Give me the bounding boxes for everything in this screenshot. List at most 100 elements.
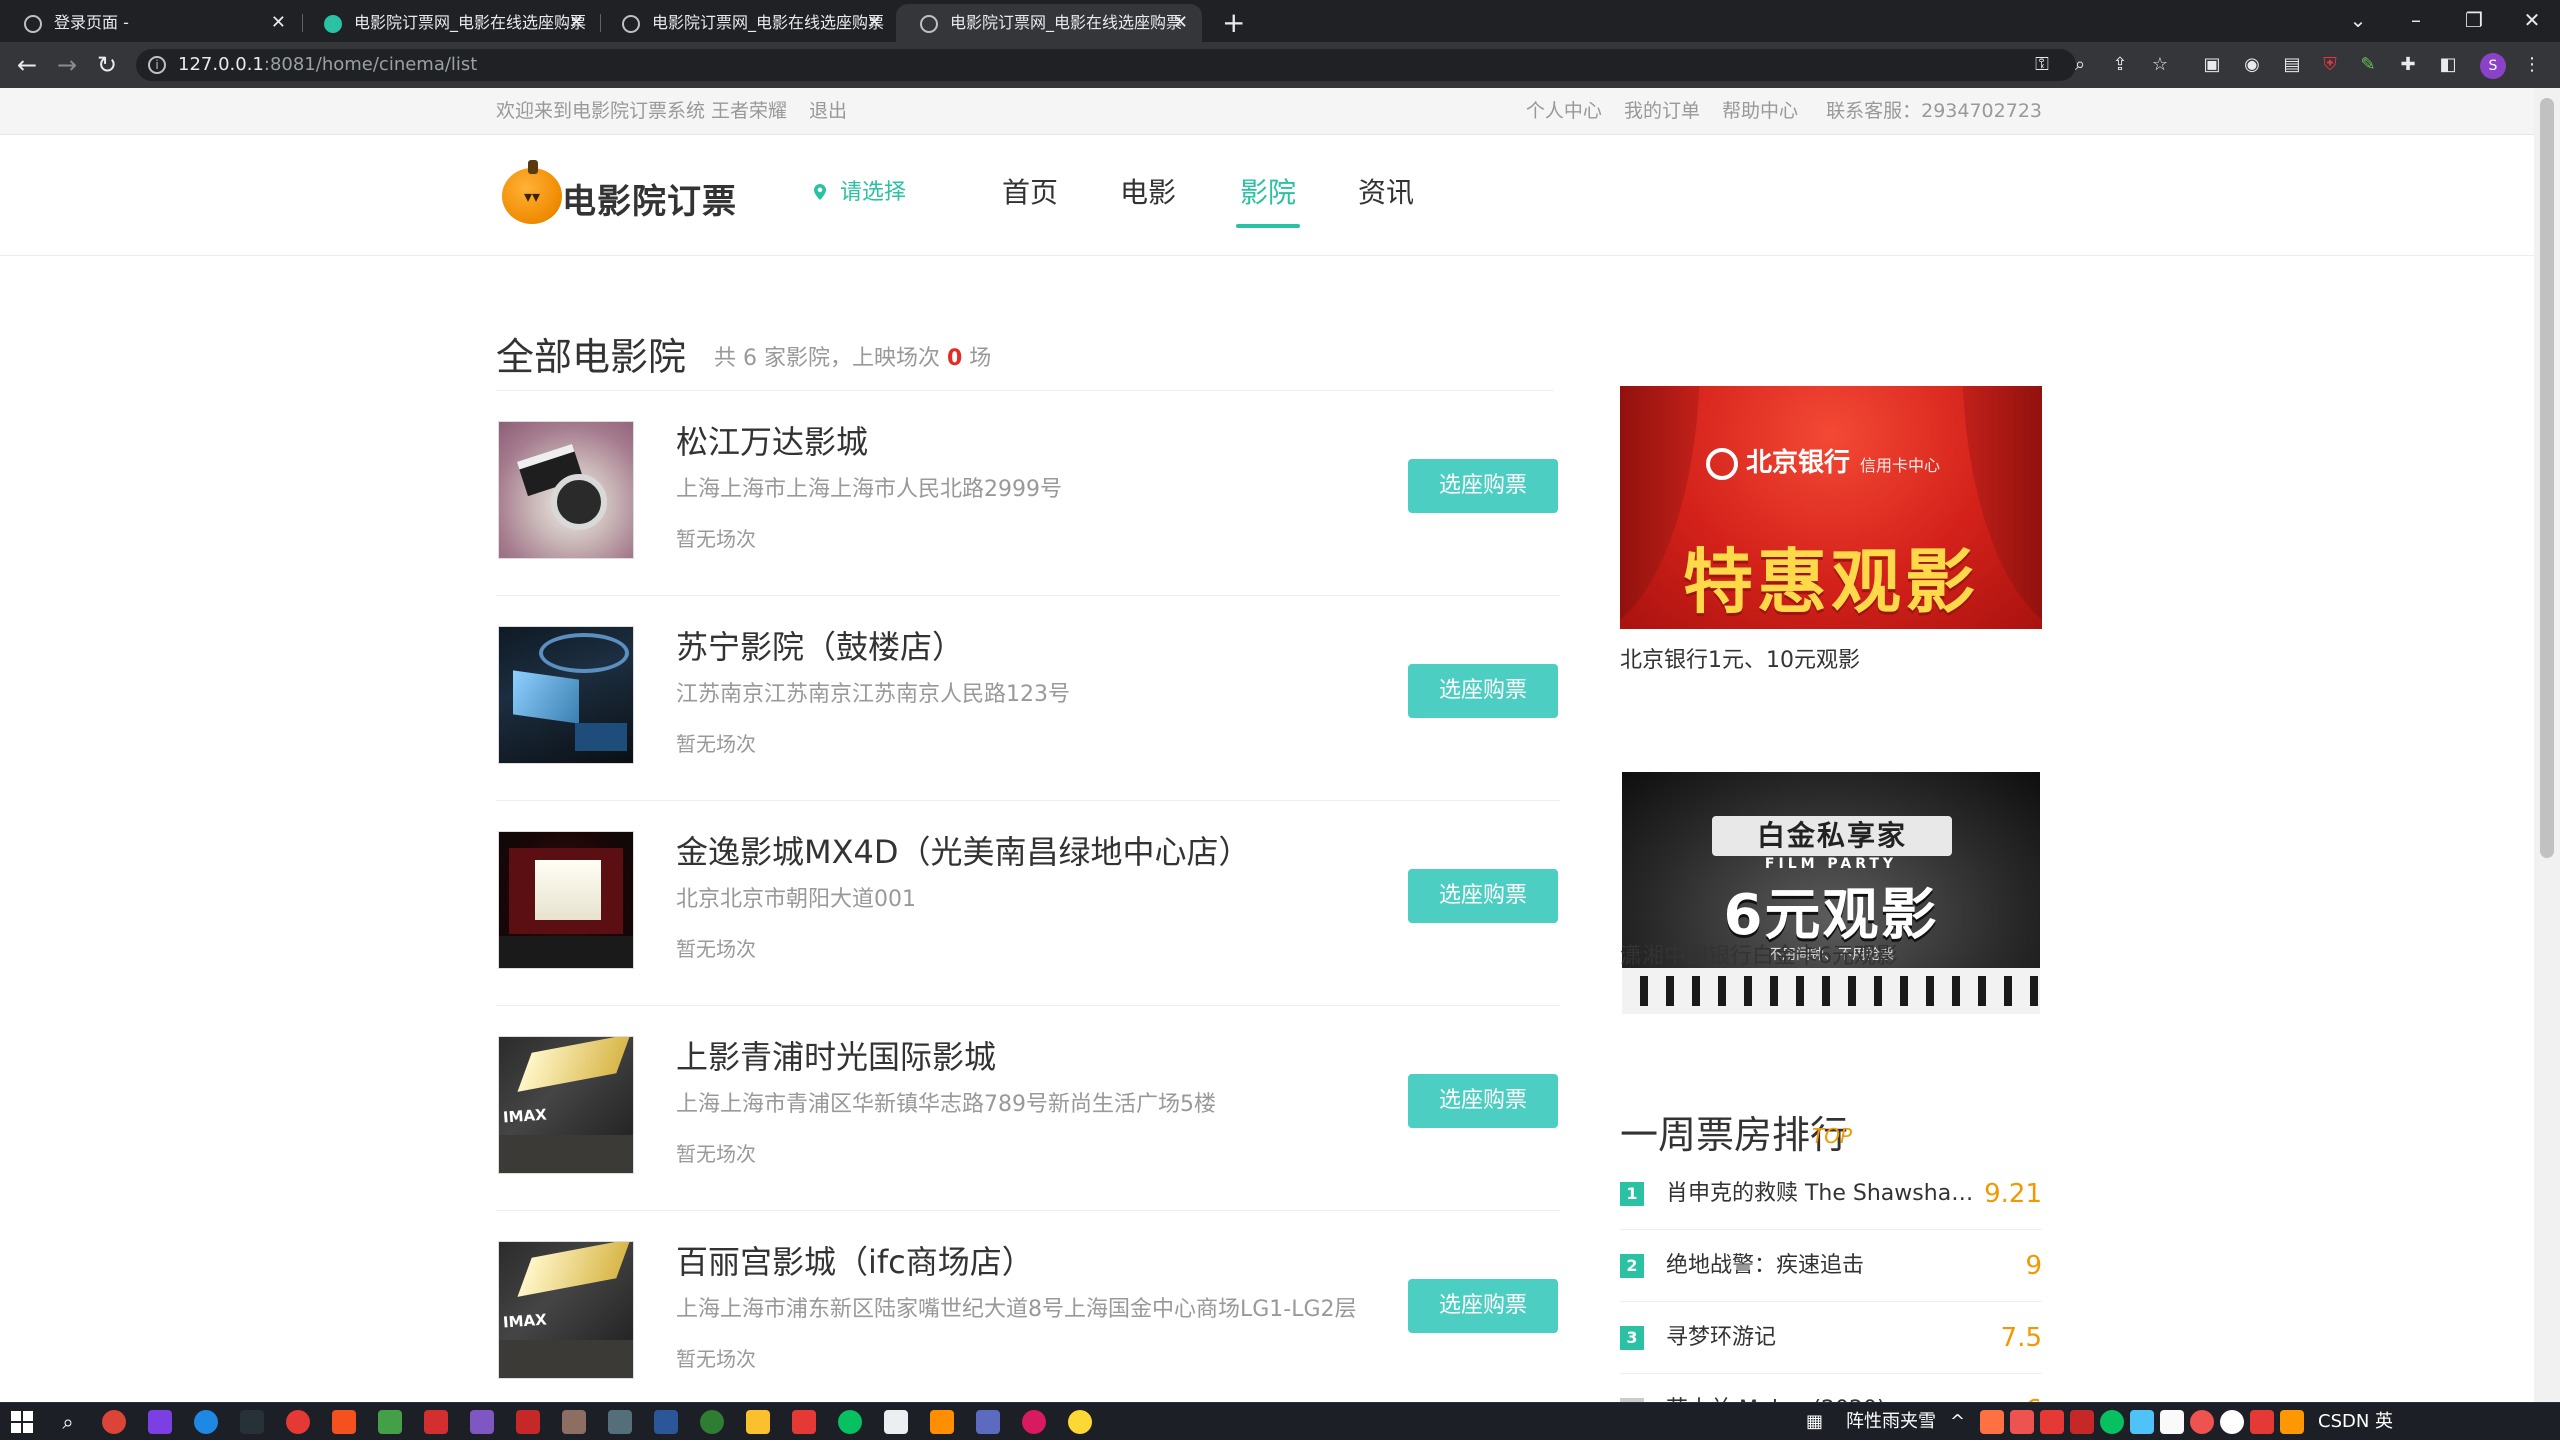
select-seat-button[interactable]: 选座购票 xyxy=(1408,459,1558,513)
cinema-thumbnail[interactable] xyxy=(498,626,634,764)
cinema-thumbnail[interactable]: IMAX xyxy=(498,1241,634,1379)
tray-app-icon[interactable] xyxy=(2190,1410,2214,1434)
promo-caption[interactable]: 潇湘中国银行白金卡6元观影 xyxy=(1620,938,1898,970)
app-icon[interactable] xyxy=(700,1410,724,1434)
cinema-thumbnail[interactable] xyxy=(498,421,634,559)
chevron-up-icon[interactable]: ^ xyxy=(1950,1403,1965,1441)
more-menu-icon[interactable]: ⋮ xyxy=(2520,53,2544,77)
select-seat-button[interactable]: 选座购票 xyxy=(1408,1279,1558,1333)
app-icon[interactable] xyxy=(470,1410,494,1434)
app-icon[interactable] xyxy=(286,1410,310,1434)
select-seat-button[interactable]: 选座购票 xyxy=(1408,869,1558,923)
promo-banner-beijing-bank[interactable]: 北京银行 信用卡中心 特惠观影 xyxy=(1620,386,2042,629)
tray-wechat-icon[interactable] xyxy=(2100,1410,2124,1434)
rank-movie-title[interactable]: 寻梦环游记 xyxy=(1666,1302,1976,1374)
browser-tab-cinema-3-active[interactable]: 电影院订票网_电影在线选座购票 ✕ xyxy=(896,4,1202,42)
extension-camera-icon[interactable]: ◉ xyxy=(2240,53,2264,77)
minimize-button[interactable]: – xyxy=(2396,0,2436,42)
app-icon[interactable] xyxy=(792,1410,816,1434)
new-tab-button[interactable]: + xyxy=(1222,4,1245,42)
rank-movie-title[interactable]: 肖申克的救赎 The Shawshank Redemption xyxy=(1666,1158,1976,1230)
tray-mic-icon[interactable] xyxy=(2220,1410,2244,1434)
cinema-name[interactable]: 松江万达影城 xyxy=(676,417,868,463)
app-icon[interactable] xyxy=(1022,1410,1046,1434)
cinema-thumbnail[interactable]: IMAX xyxy=(498,1036,634,1174)
app-icon[interactable] xyxy=(424,1410,448,1434)
share-icon[interactable]: ⇪ xyxy=(2108,53,2132,77)
reload-button[interactable]: ↻ xyxy=(90,42,124,88)
tray-app-icon[interactable] xyxy=(2040,1410,2064,1434)
app-icon[interactable] xyxy=(194,1410,218,1434)
url-text[interactable]: 127.0.0.1:8081/home/cinema/list xyxy=(178,49,477,81)
back-button[interactable]: ← xyxy=(10,42,44,88)
windows-start-icon[interactable] xyxy=(10,1410,34,1434)
app-icon[interactable] xyxy=(930,1410,954,1434)
ranking-row[interactable]: 4 花木兰 Mulan (2020) 6 xyxy=(1620,1374,2042,1402)
tab-search-icon[interactable]: ⌄ xyxy=(2338,0,2378,42)
site-info-icon[interactable]: i xyxy=(148,56,166,74)
link-personal-center[interactable]: 个人中心 xyxy=(1526,100,1602,122)
browser-tab-cinema-1[interactable]: 电影院订票网_电影在线选座购票 ✕ xyxy=(300,4,598,42)
browser-tab-cinema-2[interactable]: 电影院订票网_电影在线选座购票 ✕ xyxy=(598,4,896,42)
cinema-name[interactable]: 苏宁影院（鼓楼店） xyxy=(676,622,964,668)
page-scrollbar[interactable] xyxy=(2534,88,2560,1402)
app-icon[interactable] xyxy=(332,1410,356,1434)
ranking-row[interactable]: 3 寻梦环游记 7.5 xyxy=(1620,1302,2042,1374)
weather-text[interactable]: 阵性雨夹雪 xyxy=(1846,1403,1936,1441)
search-icon[interactable]: ⌕ xyxy=(56,1410,80,1434)
app-icon[interactable] xyxy=(240,1410,264,1434)
chrome-icon[interactable] xyxy=(102,1410,126,1434)
browser-tab-login[interactable]: 登录页面 - ✕ xyxy=(0,4,300,42)
tray-app-icon[interactable] xyxy=(2250,1410,2274,1434)
wechat-icon[interactable] xyxy=(838,1410,862,1434)
scrollbar-thumb[interactable] xyxy=(2540,98,2554,858)
select-seat-button[interactable]: 选座购票 xyxy=(1408,1074,1558,1128)
cinema-name[interactable]: 百丽宫影城（ifc商场店） xyxy=(676,1237,1034,1283)
zoom-icon[interactable]: ⌕ xyxy=(2068,53,2092,77)
app-icon[interactable] xyxy=(516,1410,540,1434)
app-icon[interactable] xyxy=(562,1410,586,1434)
ranking-row[interactable]: 1 肖申克的救赎 The Shawshank Redemption 9.21 xyxy=(1620,1158,2042,1230)
tray-app-icon[interactable] xyxy=(2010,1410,2034,1434)
city-selector[interactable]: 请选择 xyxy=(814,136,906,250)
extensions-puzzle-icon[interactable]: ✚ xyxy=(2396,53,2420,77)
select-seat-button[interactable]: 选座购票 xyxy=(1408,664,1558,718)
rank-movie-title[interactable]: 绝地战警：疾速追击 xyxy=(1666,1230,1976,1302)
forward-button[interactable]: → xyxy=(50,42,84,88)
nav-news[interactable]: 资讯 xyxy=(1358,136,1414,250)
word-icon[interactable] xyxy=(654,1410,678,1434)
extension-image-icon[interactable]: ▤ xyxy=(2280,53,2304,77)
key-icon[interactable]: ⚿ xyxy=(2030,53,2054,77)
file-explorer-icon[interactable] xyxy=(746,1410,770,1434)
tray-app-icon[interactable] xyxy=(2070,1410,2094,1434)
address-bar[interactable]: i 127.0.0.1:8081/home/cinema/list xyxy=(136,49,2076,81)
tray-app-icon[interactable] xyxy=(2130,1410,2154,1434)
app-icon[interactable] xyxy=(1068,1410,1092,1434)
logout-link[interactable]: 退出 xyxy=(809,100,847,122)
app-icon[interactable] xyxy=(976,1410,1000,1434)
tray-label[interactable]: CSDN 英 xyxy=(2318,1403,2393,1441)
side-panel-icon[interactable]: ◧ xyxy=(2436,53,2460,77)
cinema-thumbnail[interactable] xyxy=(498,831,634,969)
close-icon[interactable]: ✕ xyxy=(271,4,286,42)
app-icon[interactable] xyxy=(608,1410,632,1434)
rank-movie-title[interactable]: 花木兰 Mulan (2020) xyxy=(1666,1374,1976,1402)
nav-home[interactable]: 首页 xyxy=(1002,136,1058,250)
promo-banner-boc-platinum[interactable]: 白金私享家 FILM PARTY 6元观影 不用间钟、不用抢票 xyxy=(1622,772,2040,1014)
nav-movies[interactable]: 电影 xyxy=(1120,136,1176,250)
ide-icon[interactable] xyxy=(148,1410,172,1434)
ranking-row[interactable]: 2 绝地战警：疾速追击 9 xyxy=(1620,1230,2042,1302)
extension-shield-icon[interactable]: ⛨ xyxy=(2318,53,2342,77)
close-icon[interactable]: ✕ xyxy=(569,4,584,42)
close-icon[interactable]: ✕ xyxy=(867,4,882,42)
extension-leaf-icon[interactable]: ✎ xyxy=(2356,53,2380,77)
cinema-name[interactable]: 金逸影城MX4D（光美南昌绿地中心店） xyxy=(676,827,1251,873)
link-my-orders[interactable]: 我的订单 xyxy=(1624,100,1700,122)
weather-icon[interactable]: ▦ xyxy=(1806,1403,1823,1441)
tray-app-icon[interactable] xyxy=(1980,1410,2004,1434)
tray-app-icon[interactable] xyxy=(2160,1410,2184,1434)
profile-avatar[interactable]: S xyxy=(2480,53,2506,79)
nav-cinemas[interactable]: 影院 xyxy=(1235,136,1301,250)
tray-app-icon[interactable] xyxy=(2280,1410,2304,1434)
link-help-center[interactable]: 帮助中心 xyxy=(1722,100,1798,122)
